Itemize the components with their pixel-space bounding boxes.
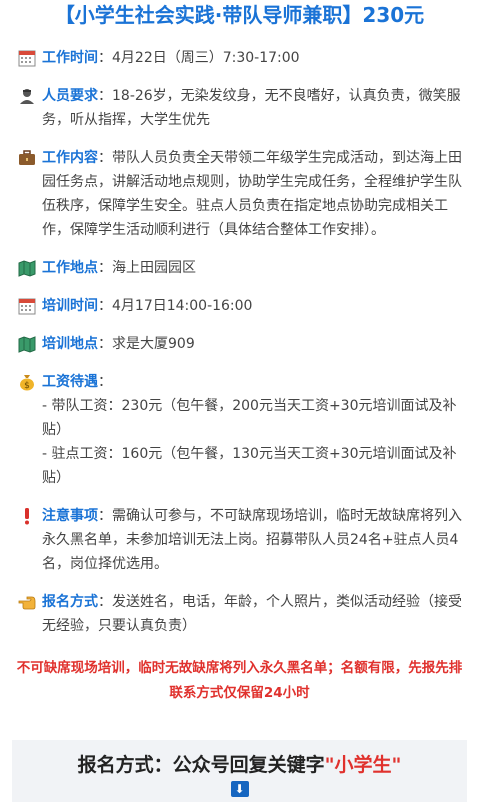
info-value: ：带队人员负责全天带领二年级学生完成活动，到达海上田园任务点，讲解活动地点规则，…	[42, 150, 462, 238]
person-icon	[18, 87, 36, 105]
warning-notice: 不可缺席现场培训，临时无故缺席将列入永久黑名单；名额有限，先报先排 联系方式仅保…	[0, 656, 479, 706]
salary-line-station: - 驻点工资：160元（包午餐，130元当天工资+30元培训面试及补贴）	[42, 446, 457, 486]
info-row-requirements: 人员要求：18-26岁，无染发纹身，无不良嗜好，认真负责，微笑服务，听从指挥，大…	[18, 84, 465, 132]
info-value: ：海上田园园区	[98, 260, 196, 276]
info-value: ：	[98, 374, 112, 390]
page: 【小学生社会实践·带队导师兼职】230元 工作时间：4月22日（周三）7:30-…	[0, 0, 479, 802]
footer-text: 报名方式：公众号回复关键字"小学生"	[12, 752, 467, 778]
info-label: 工作内容	[42, 150, 98, 166]
info-row-work-content: 工作内容：带队人员负责全天带领二年级学生完成活动，到达海上田园任务点，讲解活动地…	[18, 146, 465, 242]
info-row-training-time: 培训时间：4月17日14:00-16:00	[18, 294, 465, 318]
info-value: ：需确认可参与，不可缺席现场培训，临时无故缺席将列入永久黑名单，未参加培训无法上…	[42, 508, 462, 572]
info-label: 培训地点	[42, 336, 98, 352]
info-text: 人员要求：18-26岁，无染发纹身，无不良嗜好，认真负责，微笑服务，听从指挥，大…	[42, 84, 465, 132]
info-label: 培训时间	[42, 298, 98, 314]
page-title: 【小学生社会实践·带队导师兼职】230元	[54, 3, 425, 27]
map-icon	[18, 259, 36, 277]
info-text: 工作地点：海上田园园区	[42, 256, 196, 280]
calendar-icon	[18, 49, 36, 67]
info-row-work-location: 工作地点：海上田园园区	[18, 256, 465, 280]
info-value: ：4月22日（周三）7:30-17:00	[98, 50, 300, 66]
info-value: ：发送姓名，电话，年龄，个人照片，类似活动经验（接受无经验，只要认真负责）	[42, 594, 462, 634]
info-text: 报名方式：发送姓名，电话，年龄，个人照片，类似活动经验（接受无经验，只要认真负责…	[42, 590, 465, 638]
info-label: 工作地点	[42, 260, 98, 276]
info-row-work-time: 工作时间：4月22日（周三）7:30-17:00	[18, 46, 465, 70]
info-label: 工资待遇	[42, 374, 98, 390]
pointing-hand-icon	[18, 593, 36, 611]
info-label: 注意事项	[42, 508, 98, 524]
money-bag-icon: $	[18, 373, 36, 391]
info-row-training-location: 培训地点：求是大厦909	[18, 332, 465, 356]
info-text: 工作时间：4月22日（周三）7:30-17:00	[42, 46, 300, 70]
info-row-notes: 注意事项：需确认可参与，不可缺席现场培训，临时无故缺席将列入永久黑名单，未参加培…	[18, 504, 465, 576]
warning-line: 不可缺席现场培训，临时无故缺席将列入永久黑名单；名额有限，先报先排	[16, 660, 463, 676]
info-text: 注意事项：需确认可参与，不可缺席现场培训，临时无故缺席将列入永久黑名单，未参加培…	[42, 504, 465, 576]
info-label: 报名方式	[42, 594, 98, 610]
info-value: ：4月17日14:00-16:00	[98, 298, 253, 314]
calendar-icon	[18, 297, 36, 315]
footer-prefix: 报名方式：公众号回复关键字	[77, 754, 325, 776]
info-text: 工资待遇： - 带队工资：230元（包午餐，200元当天工资+30元培训面试及补…	[42, 370, 465, 490]
signup-footer: 报名方式：公众号回复关键字"小学生" ⬇	[12, 740, 467, 802]
map-icon	[18, 335, 36, 353]
svg-text:$: $	[24, 381, 30, 391]
info-list: 工作时间：4月22日（周三）7:30-17:00 人员要求：18-26岁，无染发…	[0, 46, 479, 638]
info-row-salary: $ 工资待遇： - 带队工资：230元（包午餐，200元当天工资+30元培训面试…	[18, 370, 465, 490]
info-text: 培训时间：4月17日14:00-16:00	[42, 294, 252, 318]
info-value: ：18-26岁，无染发纹身，无不良嗜好，认真负责，微笑服务，听从指挥，大学生优先	[42, 88, 461, 128]
briefcase-icon	[18, 149, 36, 167]
salary-line-lead: - 带队工资：230元（包午餐，200元当天工资+30元培训面试及补贴）	[42, 398, 457, 438]
info-row-signup: 报名方式：发送姓名，电话，年龄，个人照片，类似活动经验（接受无经验，只要认真负责…	[18, 590, 465, 638]
warning-line-contact: 联系方式仅保留24小时	[169, 685, 310, 701]
info-label: 工作时间	[42, 50, 98, 66]
exclamation-icon	[18, 507, 36, 525]
info-text: 工作内容：带队人员负责全天带领二年级学生完成活动，到达海上田园任务点，讲解活动地…	[42, 146, 465, 242]
info-text: 培训地点：求是大厦909	[42, 332, 195, 356]
arrow-down-icon: ⬇	[230, 781, 249, 797]
info-value: ：求是大厦909	[98, 336, 195, 352]
footer-keyword: "小学生"	[324, 754, 402, 776]
info-label: 人员要求	[42, 88, 98, 104]
